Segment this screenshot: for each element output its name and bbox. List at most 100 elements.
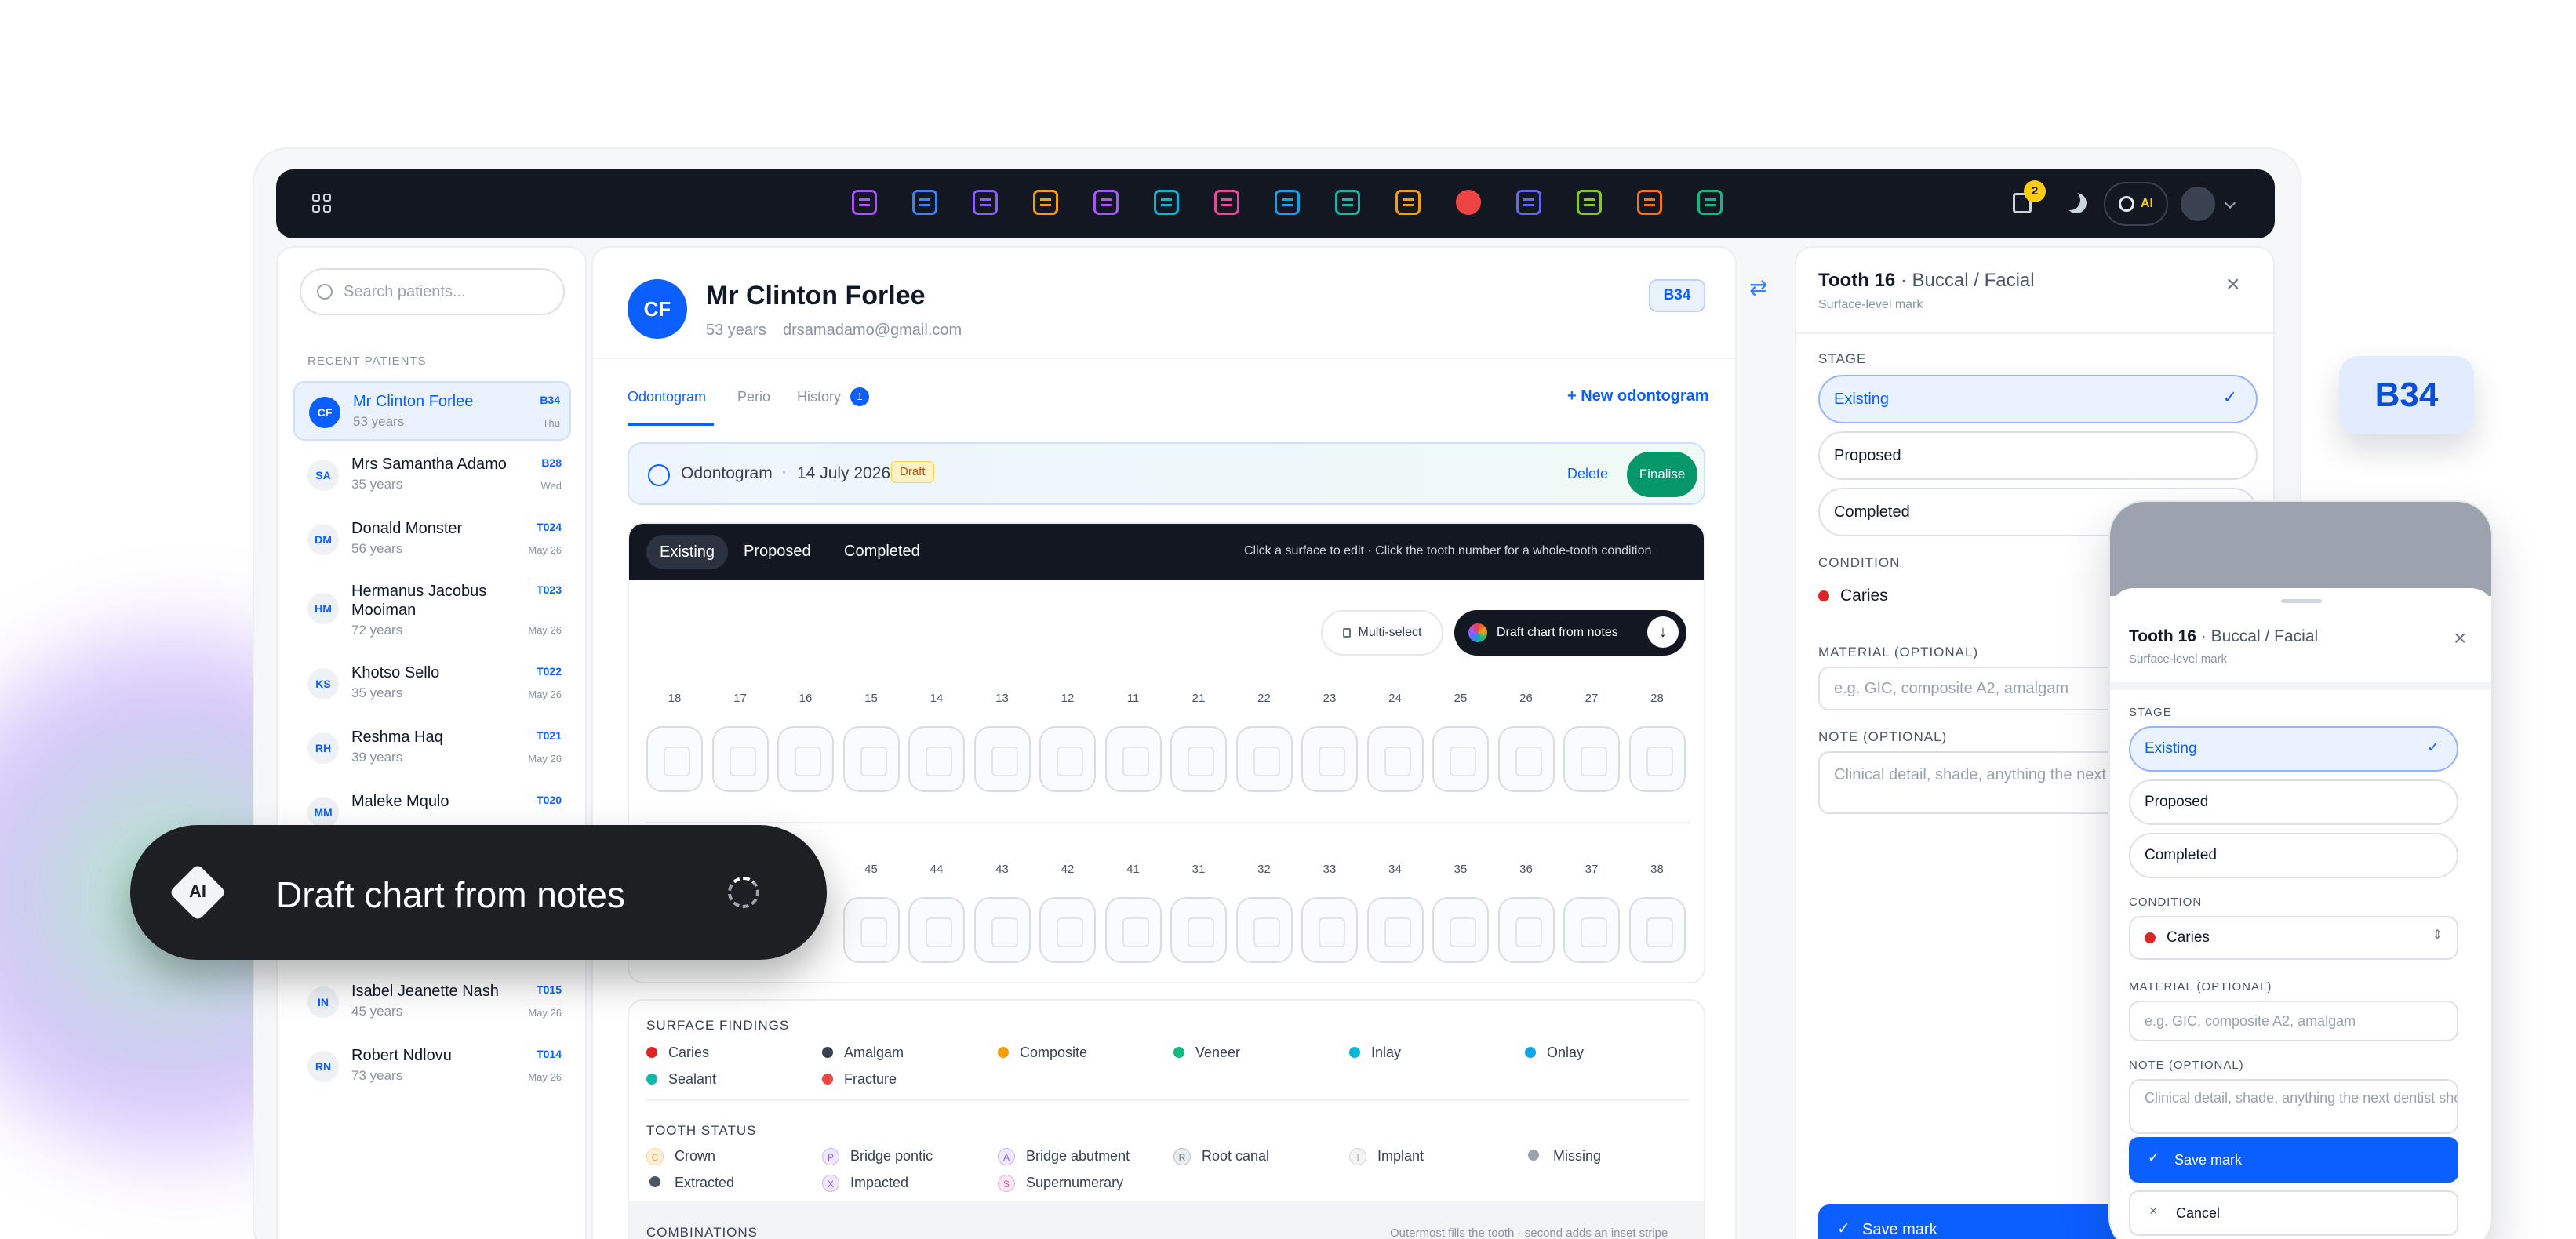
- tooth-number[interactable]: 37: [1563, 863, 1620, 876]
- tab-odontogram[interactable]: Odontogram: [628, 389, 706, 405]
- tooth-number[interactable]: 36: [1498, 863, 1555, 876]
- truck-icon[interactable]: [1577, 190, 1602, 215]
- patient-row[interactable]: IN Isabel Jeanette Nash 45 years T015 May 26: [293, 972, 571, 1032]
- stage-tab-existing[interactable]: Existing: [646, 535, 728, 569]
- archive-icon[interactable]: [1637, 190, 1662, 215]
- tooth[interactable]: [842, 897, 900, 963]
- tooth-number[interactable]: 34: [1367, 863, 1424, 876]
- patient-row[interactable]: SA Mrs Samantha Adamo 35 years B28 Wed: [293, 445, 571, 505]
- tooth-number[interactable]: 14: [908, 692, 965, 705]
- mobile-save-button[interactable]: ✓ Save mark: [2129, 1137, 2458, 1183]
- mobile-note-input[interactable]: Clinical detail, shade, anything the nex…: [2129, 1079, 2458, 1134]
- apps-grid-icon[interactable]: [312, 194, 331, 213]
- tooth[interactable]: [908, 726, 965, 792]
- finalise-button[interactable]: Finalise: [1627, 452, 1697, 497]
- clock-icon[interactable]: [1456, 190, 1481, 215]
- tooth-number[interactable]: 28: [1629, 692, 1686, 705]
- chart-icon[interactable]: [1395, 190, 1421, 215]
- condition-value[interactable]: Caries: [1818, 587, 1888, 605]
- tooth[interactable]: [973, 726, 1031, 792]
- user-avatar[interactable]: [2181, 187, 2215, 221]
- folder-icon[interactable]: [912, 190, 937, 215]
- tooth[interactable]: [1432, 897, 1489, 963]
- patient-row[interactable]: KS Khotso Sello 35 years T022 May 26: [293, 654, 571, 714]
- tooth-number[interactable]: 12: [1039, 692, 1096, 705]
- tooth-number[interactable]: 43: [974, 863, 1031, 876]
- tooth[interactable]: [1366, 726, 1424, 792]
- mobile-close-icon[interactable]: ×: [2454, 626, 2466, 651]
- download-icon[interactable]: ↓: [1647, 616, 1679, 648]
- copy-icon[interactable]: [1214, 190, 1239, 215]
- tooth[interactable]: [646, 726, 703, 792]
- tab-perio[interactable]: Perio: [737, 389, 770, 405]
- tooth[interactable]: [1170, 897, 1227, 963]
- tooth-number[interactable]: 22: [1236, 692, 1293, 705]
- mobile-material-input[interactable]: e.g. GIC, composite A2, amalgam: [2129, 1001, 2458, 1041]
- tooth[interactable]: [1432, 726, 1489, 792]
- tooth[interactable]: [1039, 726, 1096, 792]
- tooth-number[interactable]: 16: [777, 692, 834, 705]
- tooth-number[interactable]: 11: [1105, 692, 1162, 705]
- draft-chart-button[interactable]: Draft chart from notes ↓: [1454, 610, 1686, 656]
- patient-row[interactable]: RN Robert Ndlovu 73 years T014 May 26: [293, 1037, 571, 1096]
- tooth-number[interactable]: 35: [1432, 863, 1489, 876]
- tooth-number[interactable]: 38: [1629, 863, 1686, 876]
- search-input[interactable]: Search patients...: [300, 268, 565, 315]
- tooth-number[interactable]: 18: [646, 692, 703, 705]
- tooth-number[interactable]: 45: [843, 863, 900, 876]
- multi-select-button[interactable]: Multi-select: [1321, 610, 1443, 656]
- tooth[interactable]: [1497, 897, 1555, 963]
- new-odontogram-button[interactable]: + New odontogram: [1567, 387, 1709, 405]
- tooth[interactable]: [842, 726, 900, 792]
- calendar-icon[interactable]: [1516, 190, 1541, 215]
- tooth[interactable]: [908, 897, 965, 963]
- tooth[interactable]: [777, 726, 834, 792]
- tooth-number[interactable]: 26: [1498, 692, 1555, 705]
- dashboard-icon[interactable]: [852, 190, 877, 215]
- patient-row[interactable]: HM Hermanus Jacobus Mooiman 72 years T023 Ma…: [293, 572, 571, 648]
- delete-button[interactable]: Delete: [1567, 466, 1608, 482]
- tooth-number[interactable]: 44: [908, 863, 965, 876]
- cash-icon[interactable]: [1697, 190, 1723, 215]
- tooth-number[interactable]: 32: [1236, 863, 1293, 876]
- stage-option-proposed[interactable]: Proposed: [1818, 431, 2258, 480]
- tooth[interactable]: [711, 726, 769, 792]
- tooth-number[interactable]: 21: [1170, 692, 1227, 705]
- tooth[interactable]: [1170, 726, 1227, 792]
- patient-row[interactable]: DM Donald Monster 56 years T024 May 26: [293, 510, 571, 569]
- stage-tab-completed[interactable]: Completed: [844, 543, 920, 561]
- edit-icon[interactable]: [973, 190, 998, 215]
- mobile-stage-completed[interactable]: Completed: [2129, 833, 2458, 878]
- swap-icon[interactable]: ⇄: [1749, 274, 1767, 300]
- tooth[interactable]: [1039, 897, 1096, 963]
- patient-row[interactable]: CF Mr Clinton Forlee 53 years B34 Thu: [293, 381, 571, 441]
- cube-icon[interactable]: [1154, 190, 1179, 215]
- tooth-number[interactable]: 41: [1105, 863, 1162, 876]
- tooth[interactable]: [1301, 897, 1358, 963]
- tooth[interactable]: [1301, 726, 1358, 792]
- tooth-number[interactable]: 27: [1563, 692, 1620, 705]
- stage-tab-proposed[interactable]: Proposed: [744, 543, 811, 561]
- tooth[interactable]: [1235, 726, 1293, 792]
- tooth[interactable]: [973, 897, 1031, 963]
- tooth[interactable]: [1628, 726, 1686, 792]
- patient-row[interactable]: RH Reshma Haq 39 years T021 May 26: [293, 718, 571, 778]
- tooth-number[interactable]: 31: [1170, 863, 1227, 876]
- tooth[interactable]: [1497, 726, 1555, 792]
- ai-search-button[interactable]: AI: [2104, 182, 2168, 226]
- mobile-condition-select[interactable]: Caries ⇕: [2129, 916, 2458, 960]
- send-icon[interactable]: [1275, 190, 1300, 215]
- tooth-number[interactable]: 25: [1432, 692, 1489, 705]
- files-icon[interactable]: [1093, 190, 1119, 215]
- tooth[interactable]: [1366, 897, 1424, 963]
- tooth-number[interactable]: 33: [1301, 863, 1358, 876]
- tooth-number[interactable]: 23: [1301, 692, 1358, 705]
- stage-option-existing[interactable]: Existing ✓: [1818, 375, 2258, 423]
- tooth[interactable]: [1563, 897, 1620, 963]
- close-icon[interactable]: ×: [2226, 271, 2240, 298]
- tooth[interactable]: [1628, 897, 1686, 963]
- mobile-cancel-button[interactable]: × Cancel: [2129, 1190, 2458, 1236]
- tooth-number[interactable]: 15: [843, 692, 900, 705]
- document-icon[interactable]: [1033, 190, 1058, 215]
- tooth-number[interactable]: 42: [1039, 863, 1096, 876]
